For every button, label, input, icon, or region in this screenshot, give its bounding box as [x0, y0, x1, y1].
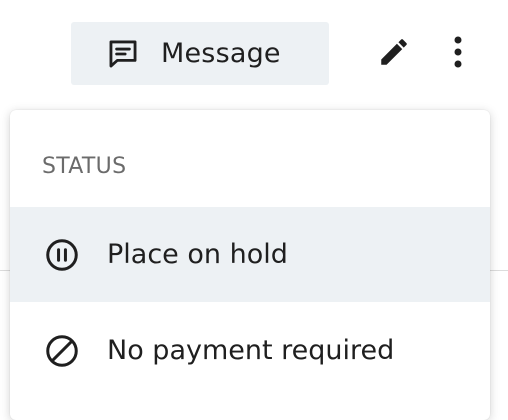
message-button[interactable]: Message	[71, 22, 329, 85]
message-button-label: Message	[161, 38, 281, 69]
pencil-icon	[377, 35, 411, 73]
chat-bubble-icon	[106, 37, 140, 71]
menu-item-place-on-hold[interactable]: Place on hold	[10, 207, 490, 302]
pause-circle-icon	[44, 237, 80, 273]
more-options-button[interactable]	[438, 34, 478, 74]
menu-section-title: STATUS	[42, 154, 127, 179]
menu-item-label: No payment required	[107, 335, 395, 366]
menu-item-label: Place on hold	[107, 239, 288, 270]
status-menu: STATUS Place on hold No payment required	[10, 110, 490, 420]
edit-button[interactable]	[374, 34, 414, 74]
block-icon	[44, 333, 80, 369]
more-vertical-icon	[438, 32, 478, 76]
menu-item-no-payment-required[interactable]: No payment required	[10, 303, 490, 398]
